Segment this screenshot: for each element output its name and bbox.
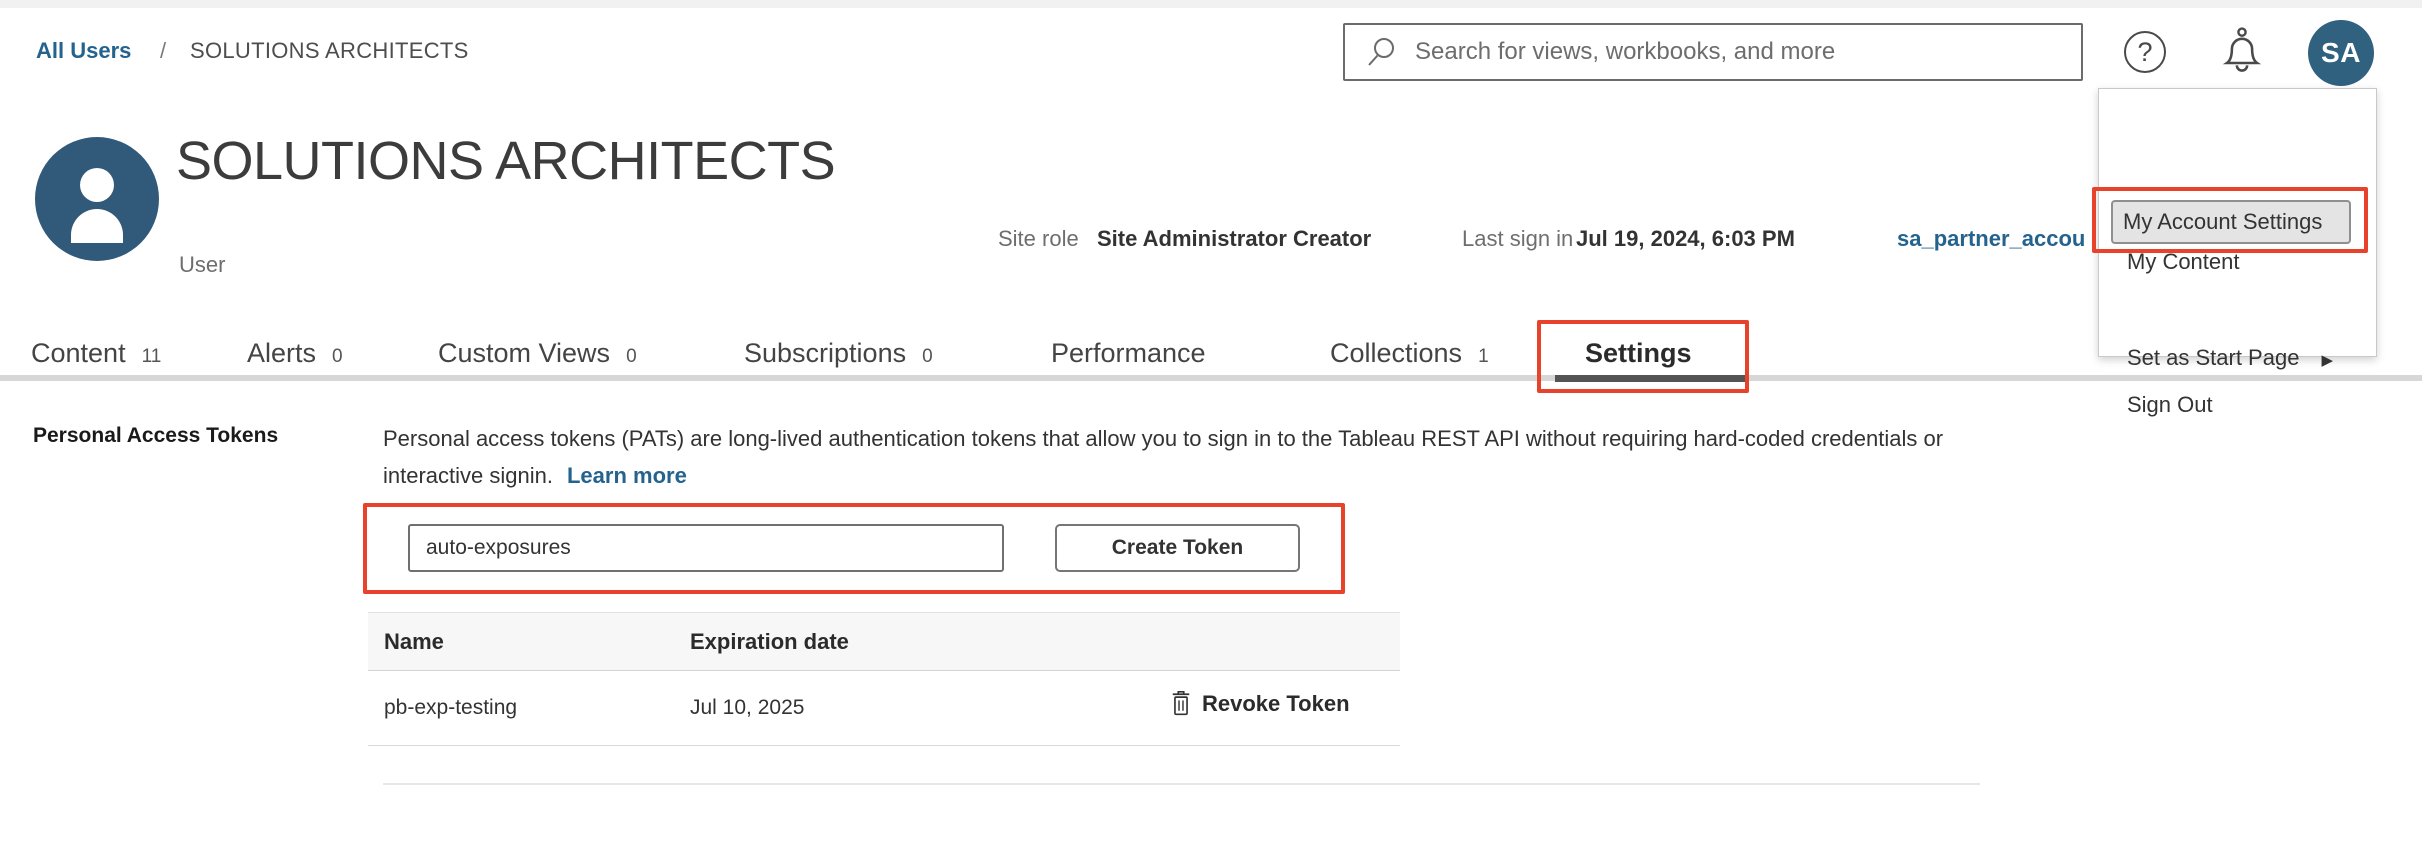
notifications-bell-icon[interactable] xyxy=(2218,25,2266,77)
tab-label: Content xyxy=(31,338,126,369)
tableau-user-settings-page: All Users / SOLUTIONS ARCHITECTS ? SA SO… xyxy=(0,0,2422,850)
tab-label: Alerts xyxy=(247,338,316,369)
tab-content[interactable]: Content 11 xyxy=(31,338,161,369)
tab-label: Collections xyxy=(1330,338,1462,369)
tab-count: 1 xyxy=(1478,346,1489,368)
tab-custom-views[interactable]: Custom Views 0 xyxy=(438,338,637,369)
search-input[interactable] xyxy=(1413,37,2081,67)
tab-count: 0 xyxy=(626,346,637,368)
token-table-header: Name Expiration date xyxy=(368,612,1400,671)
site-role-value: Site Administrator Creator xyxy=(1097,226,1371,252)
menu-item-set-as-start-page[interactable]: Set as Start Page ▶ xyxy=(2127,343,2333,373)
token-expiration-cell: Jul 10, 2025 xyxy=(690,696,804,720)
pat-description: Personal access tokens (PATs) are long-l… xyxy=(383,420,1973,494)
last-signin-label: Last sign in xyxy=(1462,226,1573,252)
token-name-input[interactable] xyxy=(408,524,1004,572)
user-dropdown-menu: Personal Space My Content My Account Set… xyxy=(2098,88,2377,357)
last-signin-value: Jul 19, 2024, 6:03 PM xyxy=(1576,226,1795,252)
tab-count: 0 xyxy=(332,346,343,368)
person-icon xyxy=(35,137,159,261)
site-role-label: Site role xyxy=(998,226,1079,252)
tab-performance[interactable]: Performance xyxy=(1051,338,1206,369)
menu-item-my-content[interactable]: My Content xyxy=(2127,247,2240,277)
tab-collections[interactable]: Collections 1 xyxy=(1330,338,1489,369)
tab-alerts[interactable]: Alerts 0 xyxy=(247,338,343,369)
active-tab-underline xyxy=(1555,375,1748,382)
tab-track xyxy=(0,375,2422,381)
top-strip xyxy=(0,0,2422,8)
tab-settings[interactable]: Settings xyxy=(1585,338,1692,369)
page-title: SOLUTIONS ARCHITECTS xyxy=(176,130,835,192)
token-name-cell: pb-exp-testing xyxy=(384,696,517,720)
account-username-link[interactable]: sa_partner_accou xyxy=(1897,226,2085,252)
trash-icon xyxy=(1170,690,1192,717)
token-table-row: pb-exp-testing Jul 10, 2025 Revoke Token xyxy=(368,672,1400,746)
profile-avatar xyxy=(35,137,159,261)
svg-text:?: ? xyxy=(2137,37,2152,67)
learn-more-link[interactable]: Learn more xyxy=(567,463,687,488)
revoke-token-button[interactable]: Revoke Token xyxy=(1170,690,1350,717)
tab-label: Performance xyxy=(1051,338,1206,369)
menu-item-sign-out[interactable]: Sign Out xyxy=(2127,390,2213,420)
pat-section-label: Personal Access Tokens xyxy=(33,424,278,448)
breadcrumb-separator: / xyxy=(160,38,166,64)
tab-label: Settings xyxy=(1585,338,1692,369)
tab-label: Custom Views xyxy=(438,338,610,369)
create-token-button[interactable]: Create Token xyxy=(1055,524,1300,572)
menu-item-label: Set as Start Page xyxy=(2127,345,2299,370)
breadcrumb-current: SOLUTIONS ARCHITECTS xyxy=(190,38,469,64)
tab-label: Subscriptions xyxy=(744,338,906,369)
column-header-name: Name xyxy=(384,629,444,655)
tab-count: 0 xyxy=(922,346,933,368)
submenu-arrow-icon: ▶ xyxy=(2321,352,2333,369)
column-header-expiration: Expiration date xyxy=(690,629,849,655)
revoke-token-label: Revoke Token xyxy=(1202,691,1350,717)
user-avatar-button[interactable]: SA xyxy=(2308,20,2374,86)
tab-count: 11 xyxy=(142,346,162,368)
tab-subscriptions[interactable]: Subscriptions 0 xyxy=(744,338,933,369)
profile-type-label: User xyxy=(179,252,225,278)
search-box[interactable] xyxy=(1343,23,2083,81)
search-icon xyxy=(1365,35,1399,69)
help-icon[interactable]: ? xyxy=(2122,29,2168,75)
section-divider xyxy=(383,783,1980,785)
menu-item-my-account-settings[interactable]: My Account Settings xyxy=(2111,200,2351,244)
menu-item-label: My Account Settings xyxy=(2123,209,2322,235)
breadcrumb-all-users-link[interactable]: All Users xyxy=(36,38,131,64)
